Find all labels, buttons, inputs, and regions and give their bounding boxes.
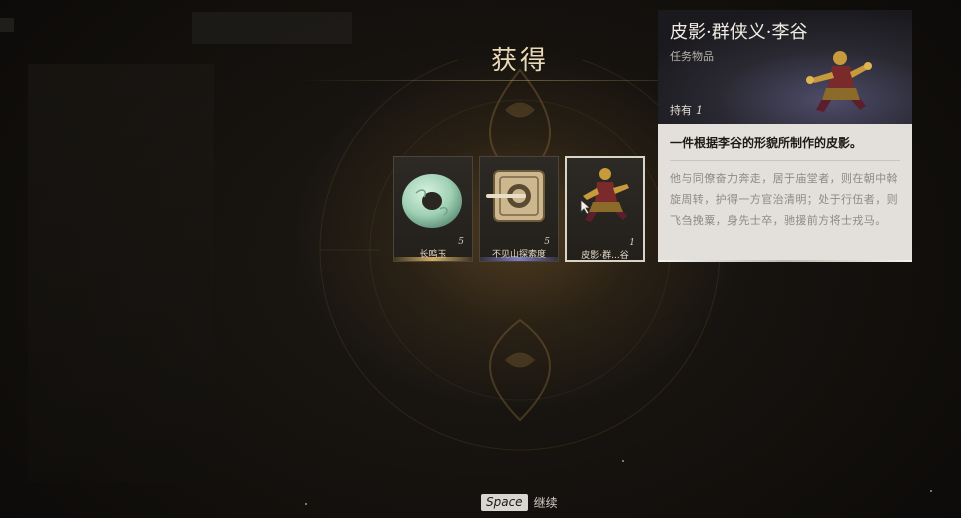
tooltip-divider <box>670 160 900 161</box>
item-count: 5 <box>458 237 464 247</box>
space-key-badge[interactable]: Space <box>481 493 528 511</box>
sparkle <box>622 460 624 462</box>
continue-prompt[interactable]: Space 继续 <box>481 493 558 511</box>
item-tooltip: 皮影·群侠义·李谷 任务物品 持有 1 一件根据李谷的形貌所制作的皮影。 他与同僚… <box>658 10 912 262</box>
game-screen: 获得 5 长鸣玉 5 不见山探索度 1 皮影·群...谷 皮影·群侠义·李谷 任… <box>0 0 961 518</box>
background-menu-fragment <box>0 18 14 32</box>
background-item-panel <box>28 64 214 482</box>
rarity-bar <box>394 257 472 261</box>
item-name: 皮影·群...谷 <box>581 251 629 261</box>
item-count: 5 <box>544 237 550 247</box>
square-seal-icon <box>486 170 545 222</box>
reward-item-jade[interactable]: 5 长鸣玉 <box>393 156 473 262</box>
tooltip-item-name: 皮影·群侠义·李谷 <box>670 22 808 43</box>
reward-item-shadow-puppet[interactable]: 1 皮影·群...谷 <box>565 156 645 262</box>
sparkle <box>930 490 932 492</box>
tooltip-edge <box>658 260 912 262</box>
reward-item-exploration[interactable]: 5 不见山探索度 <box>479 156 559 262</box>
item-count: 1 <box>629 238 635 248</box>
tooltip-hold: 持有 1 <box>670 102 703 118</box>
tooltip-item-type: 任务物品 <box>670 50 714 63</box>
shadow-puppet-figure-icon <box>806 51 872 112</box>
jade-ring-icon <box>402 174 462 228</box>
sparkle <box>305 503 307 505</box>
tooltip-description: 他与同僚奋力奔走，居于庙堂者，则在朝中斡旋周转，护得一方官治清明；处于行伍者，则… <box>670 172 898 227</box>
rarity-bar <box>480 257 558 261</box>
tooltip-header: 皮影·群侠义·李谷 任务物品 持有 1 <box>658 10 912 124</box>
hold-value: 1 <box>696 104 703 117</box>
shadow-puppet-icon <box>583 168 629 222</box>
continue-label: 继续 <box>533 495 558 510</box>
mouse-cursor-icon <box>580 199 592 215</box>
hold-label: 持有 <box>670 104 692 117</box>
tooltip-summary: 一件根据李谷的形貌所制作的皮影。 <box>670 136 863 150</box>
